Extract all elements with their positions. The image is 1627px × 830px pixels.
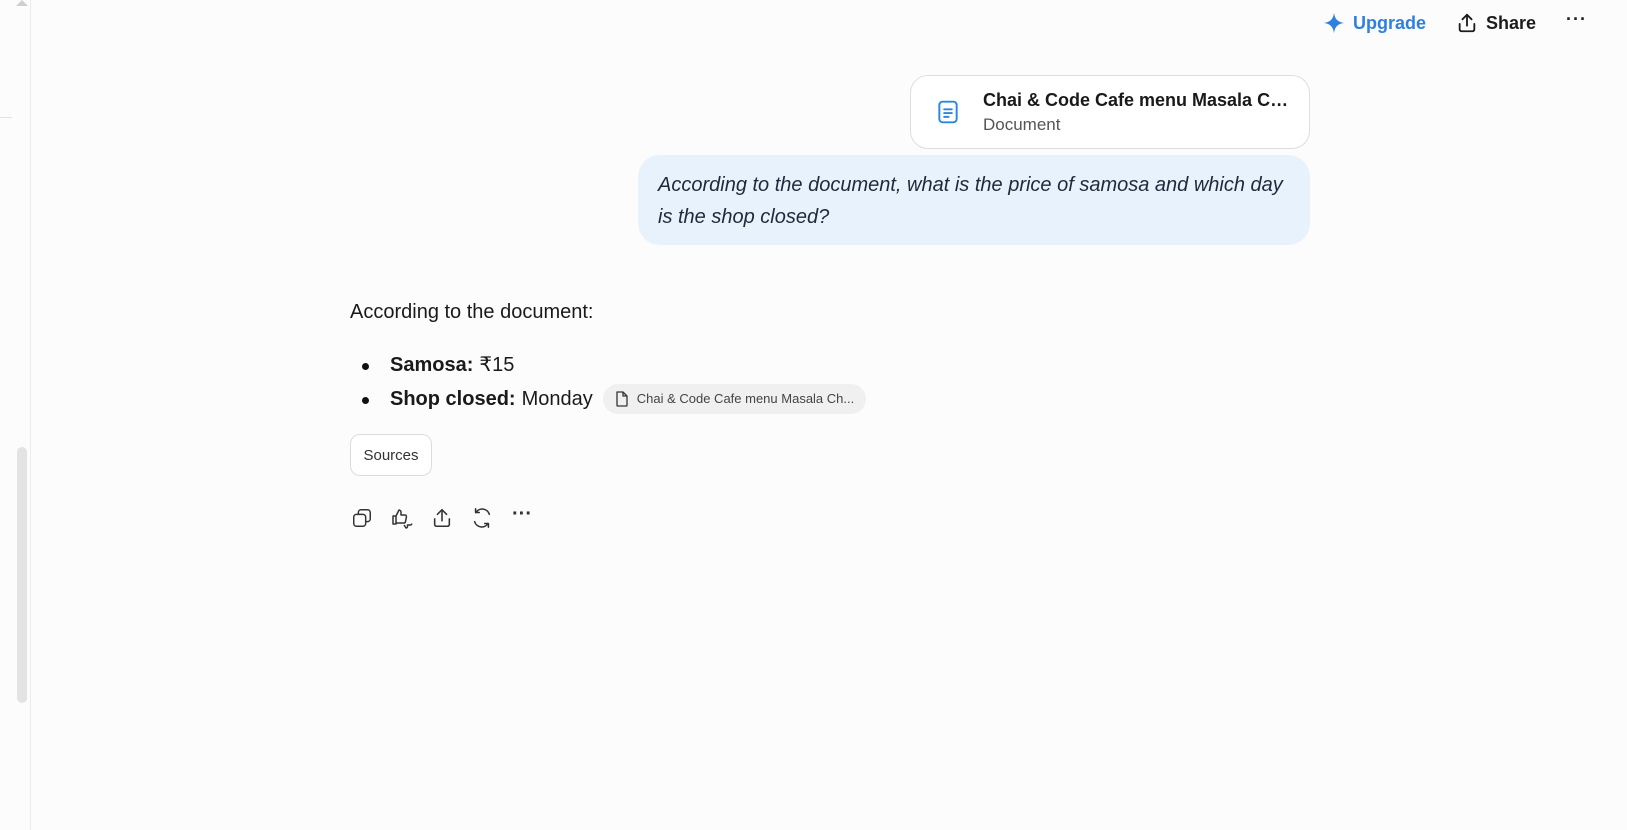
upgrade-button[interactable]: Upgrade [1323,12,1426,34]
assistant-response: According to the document: Samosa: ₹15 S… [350,296,1150,416]
item-label: Samosa: [390,354,474,376]
attachment-type: Document [983,114,1061,134]
top-bar: Upgrade Share ··· [1323,8,1587,38]
response-list: Samosa: ₹15 Shop closed: Monday Chai & C… [350,348,1150,416]
feedback-button[interactable] [390,506,414,530]
export-icon [433,508,451,528]
share-icon [1458,13,1476,33]
attachment-card[interactable]: Chai & Code Cafe menu Masala Chai ... Do… [910,75,1310,149]
thumbs-icon [392,509,413,529]
export-button[interactable] [430,506,454,530]
left-sidebar-edge [0,0,31,830]
copy-button[interactable] [350,506,374,530]
upgrade-label: Upgrade [1352,12,1426,33]
user-message: According to the document, what is the p… [638,155,1310,245]
citation-chip[interactable]: Chai & Code Cafe menu Masala Ch... [602,384,867,414]
item-value: Monday [521,388,593,410]
scroll-up-arrow-icon[interactable] [16,0,28,6]
share-button[interactable]: Share [1456,12,1536,34]
regenerate-button[interactable] [470,506,494,530]
sparkle-icon [1323,12,1345,34]
refresh-icon [473,508,491,528]
scrollbar[interactable] [17,447,27,703]
attachment-title: Chai & Code Cafe menu Masala Chai ... [983,89,1293,110]
citation-label: Chai & Code Cafe menu Masala Ch... [636,391,855,406]
copy-icon [353,509,371,527]
more-icon: ··· [1566,9,1587,29]
item-label: Shop closed: [390,388,516,410]
share-label: Share [1485,12,1537,33]
response-actions: ··· [350,503,534,530]
divider [0,117,12,118]
attachment-meta: Chai & Code Cafe menu Masala Chai ... Do… [983,90,1293,135]
document-icon [938,100,958,124]
list-item: Shop closed: Monday Chai & Code Cafe men… [350,382,1150,416]
item-value: ₹15 [479,354,515,376]
response-intro: According to the document: [350,301,594,323]
sources-button[interactable]: Sources [350,434,432,476]
file-icon [616,391,628,407]
list-item: Samosa: ₹15 [350,348,1150,382]
more-options-button[interactable]: ··· [1566,10,1587,36]
more-actions-button[interactable]: ··· [510,503,534,530]
more-icon: ··· [512,503,532,525]
